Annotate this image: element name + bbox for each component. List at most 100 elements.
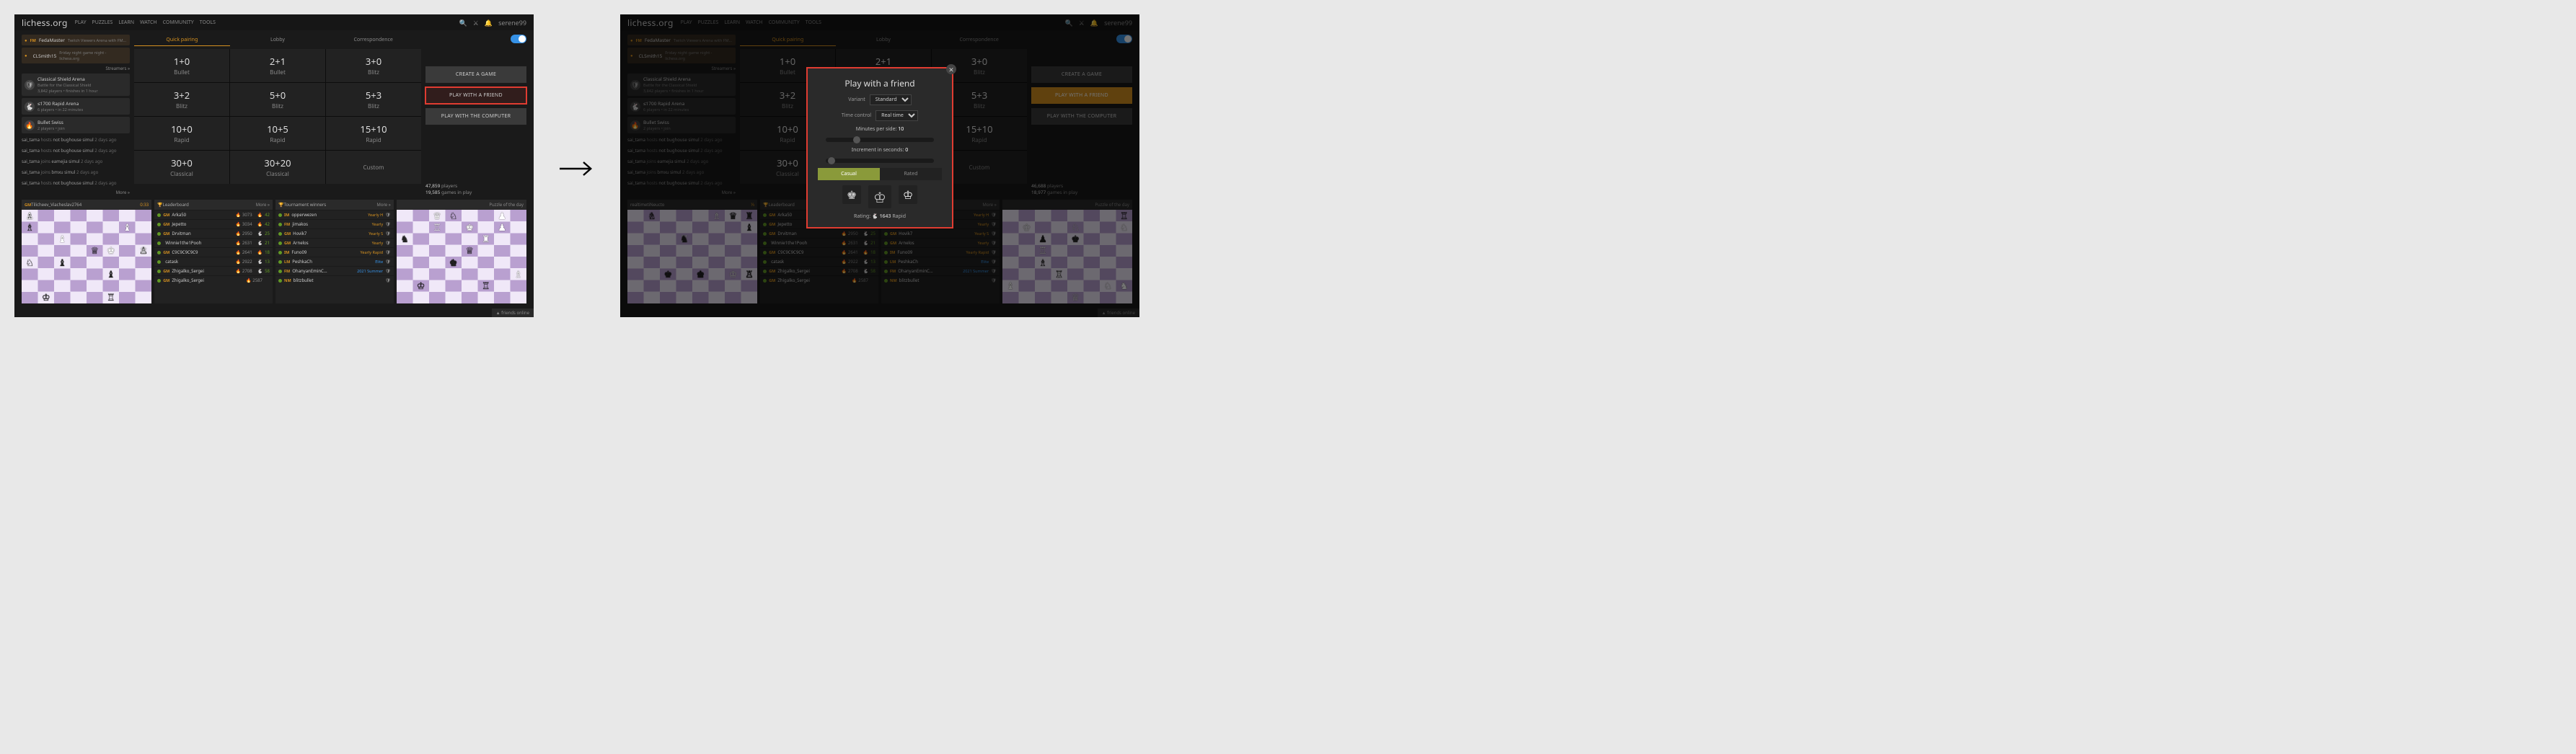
tournament-winner-row[interactable]: GM Arnelos Yearly 🛡	[275, 238, 394, 247]
leaderboard-row[interactable]: GM Drvitman 🔥 2950 🐇 25	[154, 229, 273, 238]
time-control-select[interactable]: Real time	[875, 110, 918, 121]
timeline-more[interactable]: More »	[22, 190, 130, 195]
tournament-winner-row[interactable]: GM Arnelos Yearly 🛡	[881, 238, 1000, 247]
tournament-spotlight[interactable]: 🐇 ≤1700 Rapid Arena 6 players • in 22 mi…	[22, 98, 130, 115]
featured-game-card[interactable]: realtimetiNeucto ⅓ ♚♔♖♗♗♛♙♚♘♝♖♜♞♙	[627, 200, 757, 303]
tournament-spotlight[interactable]: 🐇 ≤1700 Rapid Arena 6 players • in 22 mi…	[627, 98, 736, 115]
nav-item[interactable]: LEARN	[118, 19, 134, 26]
minutes-slider[interactable]	[826, 138, 934, 142]
leaderboard-row[interactable]: GM Jepetto 🔥 3034 🔥 42	[154, 219, 273, 229]
increment-slider[interactable]	[826, 159, 934, 163]
username[interactable]: serene99	[498, 18, 526, 27]
leaderboard-row[interactable]: GM Zhigalko_Sergei 🔥 2587	[760, 275, 878, 285]
streamer-row[interactable]: ● CLSmith15 Friday night game night - li…	[627, 48, 736, 63]
time-control-cell[interactable]: 15+10 Rapid	[326, 117, 421, 150]
tournament-winners-more[interactable]: More »	[376, 202, 390, 208]
tournament-spotlight[interactable]: 🔥 Bullet Swiss 2 players • join	[22, 117, 130, 133]
play-with-friend-button[interactable]: PLAY WITH A FRIEND	[1031, 87, 1132, 104]
create-game-button[interactable]: CREATE A GAME	[425, 66, 526, 83]
streamers-more[interactable]: Streamers »	[627, 66, 736, 71]
play-with-computer-button[interactable]: PLAY WITH THE COMPUTER	[425, 108, 526, 125]
featured-game-card[interactable]: GM Tilicheev_Viacheslav 2764 0:33 ♙♗♙♖♕♝…	[22, 200, 151, 303]
bell-icon[interactable]: 🔔	[1090, 18, 1098, 27]
tournament-winner-row[interactable]: LM PeshkaCh Elite 🛡	[275, 257, 394, 266]
streamer-row[interactable]: ● FM FedaMaster Twitch Viewers Arena wit…	[627, 35, 736, 45]
tab-quick-pairing[interactable]: Quick pairing	[134, 35, 230, 46]
mode-rated[interactable]: Rated	[880, 168, 942, 180]
tournament-spotlight[interactable]: 🔥 Bullet Swiss 2 players • join	[627, 117, 736, 133]
leaderboard-row[interactable]: GM C9C9C9C9C9 🔥 2641 🔥 18	[760, 247, 878, 257]
time-control-cell[interactable]: 30+20 Classical	[230, 151, 325, 184]
time-control-cell[interactable]: Custom	[326, 151, 421, 184]
nav-item[interactable]: TOOLS	[806, 19, 821, 26]
site-logo[interactable]: lichess.org	[22, 17, 68, 29]
tournament-winner-row[interactable]: FM OhanyanEminC... 2021 Summer 🛡	[881, 266, 1000, 275]
puzzle-card[interactable]: Puzzle of the day ♞♚♕♗♖♜♔♟♛♟♘♖♚♞	[397, 200, 526, 303]
leaderboard-row[interactable]: GM C9C9C9C9C9 🔥 2641 🔥 18	[154, 247, 273, 257]
nav-item[interactable]: PUZZLES	[698, 19, 719, 26]
leaderboard-more[interactable]: More »	[256, 202, 270, 208]
streamers-more[interactable]: Streamers »	[22, 66, 130, 71]
tournament-winner-row[interactable]: NM blitzbullet 🛡	[881, 275, 1000, 285]
time-control-cell[interactable]: 5+3 Blitz	[326, 83, 421, 116]
nav-item[interactable]: WATCH	[140, 19, 157, 26]
variant-select[interactable]: Standard	[870, 94, 912, 105]
timeline-entry[interactable]: sai_tama joins eamejia simul 2 days ago	[22, 157, 130, 166]
time-control-cell[interactable]: 1+0 Bullet	[134, 49, 229, 82]
close-icon[interactable]: ✕	[946, 64, 956, 74]
search-icon[interactable]: 🔍	[1065, 18, 1073, 27]
leaderboard-row[interactable]: catask 🔥 2922 🐇 13	[760, 257, 878, 266]
tab-quick-pairing[interactable]: Quick pairing	[740, 35, 836, 46]
username[interactable]: serene99	[1104, 18, 1132, 27]
tournament-spotlight[interactable]: 🛡 Classical Shield Arena Battle for the …	[627, 74, 736, 96]
search-icon[interactable]: 🔍	[459, 18, 467, 27]
nav-item[interactable]: COMMUNITY	[769, 19, 800, 26]
tournament-winner-row[interactable]: IM opperwezen Yearly H 🛡	[275, 210, 394, 219]
leaderboard-row[interactable]: Winnie1the1Pooh 🔥 2631 🐇 21	[154, 238, 273, 247]
time-control-cell[interactable]: 2+1 Bullet	[230, 49, 325, 82]
nav-item[interactable]: PUZZLES	[92, 19, 113, 26]
timeline-entry[interactable]: sai_tama hosts not bughouse simul 2 days…	[22, 179, 130, 187]
puzzle-board[interactable]: ♞♚♕♗♖♜♔♟♛♟♘♖♚♞	[397, 210, 526, 303]
tournament-winner-row[interactable]: FM OhanyanEminC... 2021 Summer 🛡	[275, 266, 394, 275]
nav-item[interactable]: COMMUNITY	[163, 19, 194, 26]
leaderboard-row[interactable]: GM Zhigalko_Sergei 🔥 2708 🐇 58	[154, 266, 273, 275]
color-random-button[interactable]: ♔	[868, 185, 891, 208]
time-control-cell[interactable]: 10+5 Rapid	[230, 117, 325, 150]
pool-toggle[interactable]	[1116, 35, 1132, 43]
tab-correspondence[interactable]: Correspondence	[931, 35, 1027, 46]
timeline-more[interactable]: More »	[627, 190, 736, 195]
time-control-cell[interactable]: 3+0 Blitz	[326, 49, 421, 82]
create-game-button[interactable]: CREATE A GAME	[1031, 66, 1132, 83]
streamer-row[interactable]: ● CLSmith15 Friday night game night - li…	[22, 48, 130, 63]
tab-lobby[interactable]: Lobby	[230, 35, 326, 46]
play-with-friend-button[interactable]: PLAY WITH A FRIEND	[425, 87, 526, 104]
tab-correspondence[interactable]: Correspondence	[325, 35, 421, 46]
color-white-button[interactable]: ♔	[899, 185, 917, 204]
nav-item[interactable]: PLAY	[681, 19, 692, 26]
featured-board[interactable]: ♙♗♙♖♕♝♝♚♕♝♘♝♗♔	[22, 210, 151, 303]
nav-item[interactable]: PLAY	[75, 19, 87, 26]
friends-online-toggle[interactable]: ▲ friends online	[1098, 309, 1139, 317]
friends-online-toggle[interactable]: ▲ friends online	[492, 309, 534, 317]
puzzle-board[interactable]: ♘♖♚♗♕♖♖♟♘♞♔♗♘♝	[1002, 210, 1132, 303]
challenge-icon[interactable]: ⚔	[473, 18, 479, 27]
color-black-button[interactable]: ♚	[842, 185, 861, 204]
tournament-winner-row[interactable]: GM Hovik7 Yearly S 🛡	[881, 229, 1000, 238]
tournament-winner-row[interactable]: FM jimakos Yearly 🛡	[275, 219, 394, 229]
timeline-entry[interactable]: sai_tama hosts not bughouse simul 2 days…	[22, 136, 130, 144]
time-control-cell[interactable]: 5+0 Blitz	[230, 83, 325, 116]
time-control-cell[interactable]: 30+0 Classical	[134, 151, 229, 184]
streamer-row[interactable]: ● FM FedaMaster Twitch Viewers Arena wit…	[22, 35, 130, 45]
tournament-winner-row[interactable]: IM Funo09 Yearly Rapid 🛡	[275, 247, 394, 257]
nav-item[interactable]: WATCH	[746, 19, 763, 26]
tournament-winner-row[interactable]: GM Hovik7 Yearly S 🛡	[275, 229, 394, 238]
leaderboard-row[interactable]: GM Zhigalko_Sergei 🔥 2587	[154, 275, 273, 285]
leaderboard-row[interactable]: GM Drvitman 🔥 2950 🐇 25	[760, 229, 878, 238]
mode-casual[interactable]: Casual	[818, 168, 880, 180]
leaderboard-row[interactable]: GM Arka50 🔥 3073 🔥 42	[154, 210, 273, 219]
timeline-entry[interactable]: sai_tama hosts not bughouse simul 2 days…	[627, 179, 736, 187]
site-logo[interactable]: lichess.org	[627, 17, 674, 29]
tournament-winner-row[interactable]: IM Funo09 Yearly Rapid 🛡	[881, 247, 1000, 257]
tournament-winner-row[interactable]: NM blitzbullet 🛡	[275, 275, 394, 285]
